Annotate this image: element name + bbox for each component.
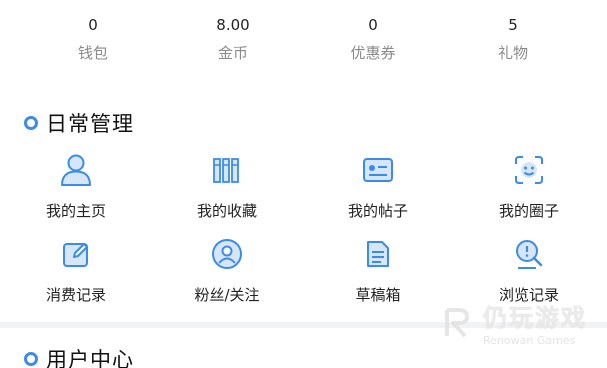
stat-coupons[interactable]: 0 优惠券	[323, 14, 423, 66]
menu-my-circles[interactable]: 我的圈子	[469, 150, 589, 221]
stat-label: 礼物	[497, 44, 528, 62]
menu-my-favorites[interactable]: 我的收藏	[167, 150, 287, 221]
menu-label: 草稿箱	[355, 286, 401, 304]
stat-label: 优惠券	[350, 44, 396, 62]
menu-label: 我的主页	[45, 202, 106, 220]
lightbulb-search-icon	[509, 234, 549, 274]
stat-label: 钱包	[77, 44, 108, 62]
section-title-daily: 日常管理	[24, 108, 134, 138]
face-scan-icon	[509, 150, 549, 190]
edit-icon	[56, 234, 96, 274]
draft-icon	[358, 234, 398, 274]
menu-drafts[interactable]: 草稿箱	[318, 234, 438, 305]
stat-value: 5	[508, 16, 518, 34]
menu-label: 我的帖子	[347, 202, 408, 220]
stat-gifts[interactable]: 5 礼物	[463, 14, 563, 66]
watermark-text-cn: 仍玩游戏	[483, 304, 587, 332]
menu-spending-records[interactable]: 消费记录	[16, 234, 136, 305]
fans-icon	[207, 234, 247, 274]
menu-label: 粉丝/关注	[194, 286, 260, 304]
watermark-text-en: Renowan Games	[483, 334, 576, 347]
section-dot-icon	[24, 352, 38, 366]
stat-label: 金币	[217, 44, 248, 62]
menu-fans-follow[interactable]: 粉丝/关注	[167, 234, 287, 305]
menu-label: 我的收藏	[196, 202, 257, 220]
menu-label: 我的圈子	[498, 202, 559, 220]
section-title-user-center: 用户中心	[24, 344, 134, 368]
stat-value: 8.00	[216, 16, 250, 34]
section-title-text: 用户中心	[46, 348, 134, 368]
menu-my-homepage[interactable]: 我的主页	[16, 150, 136, 221]
menu-browse-history[interactable]: 浏览记录	[469, 234, 589, 305]
watermark: 仍玩游戏 Renowan Games	[441, 298, 587, 347]
bookshelf-icon	[207, 150, 247, 190]
menu-label: 消费记录	[45, 286, 106, 304]
stats-row: 0 钱包 8.00 金币 0 优惠券 5 礼物	[0, 14, 607, 70]
section-title-text: 日常管理	[46, 112, 134, 136]
stat-coins[interactable]: 8.00 金币	[183, 14, 283, 66]
stat-wallet[interactable]: 0 钱包	[43, 14, 143, 66]
menu-my-posts[interactable]: 我的帖子	[318, 150, 438, 221]
stat-value: 0	[88, 16, 98, 34]
watermark-logo-icon	[445, 307, 469, 337]
user-icon	[56, 150, 96, 190]
section-dot-icon	[24, 116, 38, 130]
id-card-icon	[358, 150, 398, 190]
stat-value: 0	[368, 16, 378, 34]
